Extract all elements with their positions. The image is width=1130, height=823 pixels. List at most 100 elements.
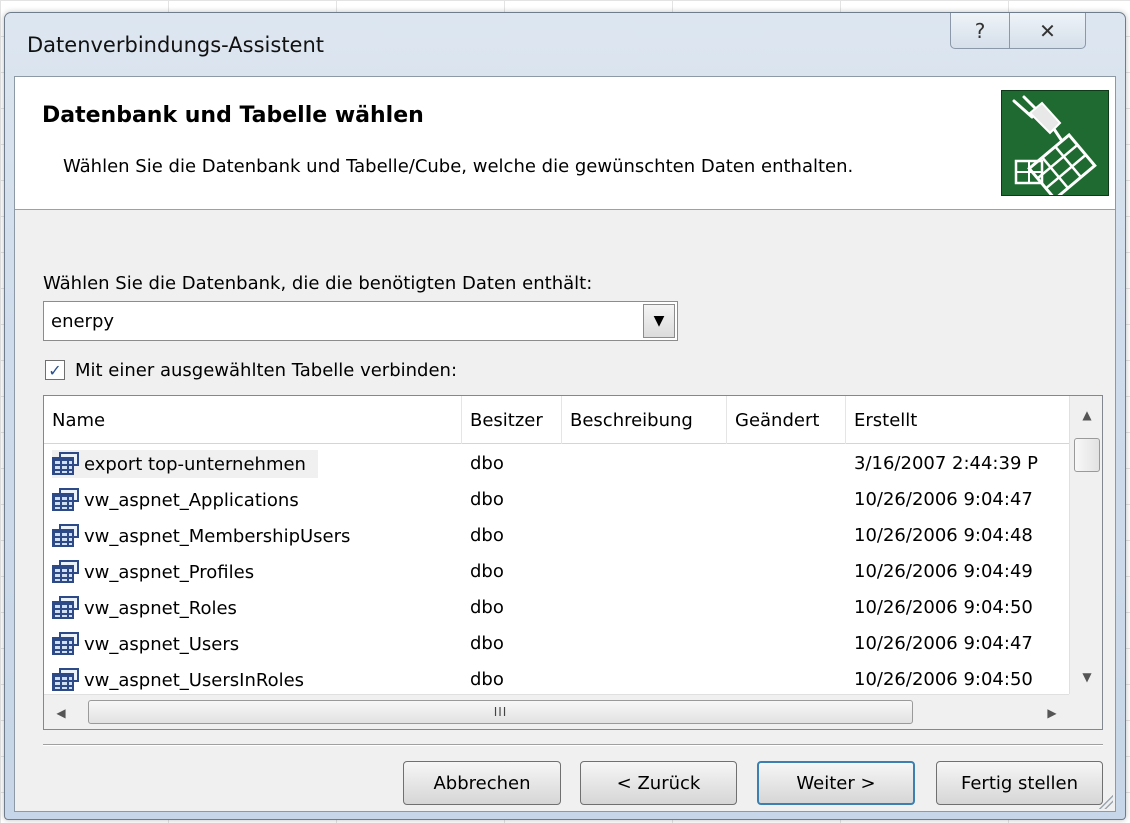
table-owner: dbo bbox=[470, 489, 504, 510]
table-name-cell: vw_aspnet_Applications bbox=[52, 486, 452, 514]
chevron-down-icon: ▼ bbox=[653, 313, 665, 329]
table-name-wrap: vw_aspnet_Applications bbox=[52, 486, 311, 514]
scroll-left-button[interactable]: ◀ bbox=[44, 695, 78, 729]
table-name-cell: vw_aspnet_UsersInRoles bbox=[52, 666, 452, 694]
table-owner: dbo bbox=[470, 669, 504, 690]
next-button-label: Weiter > bbox=[796, 772, 876, 794]
arrow-down-icon: ▼ bbox=[1082, 670, 1092, 684]
window-title: Datenverbindungs-Assistent bbox=[27, 33, 325, 57]
table-name-wrap: vw_aspnet_MembershipUsers bbox=[52, 522, 362, 550]
table-name-cell: vw_aspnet_Profiles bbox=[52, 558, 452, 586]
horizontal-scroll-thumb[interactable]: III bbox=[88, 700, 913, 724]
vertical-scrollbar[interactable]: ▲ ▼ bbox=[1069, 396, 1102, 694]
table-icon bbox=[52, 632, 80, 656]
cancel-button-label: Abbrechen bbox=[433, 772, 531, 794]
table-list[interactable]: Name Besitzer Beschreibung Geändert Erst… bbox=[43, 395, 1103, 730]
table-name-wrap: vw_aspnet_Roles bbox=[52, 594, 249, 622]
dialog-window: Datenverbindungs-Assistent ? ✕ Datenbank… bbox=[4, 12, 1126, 820]
table-name-cell: export top-unternehmen bbox=[52, 450, 452, 478]
table-created: 10/26/2006 9:04:50 bbox=[854, 597, 1033, 618]
scroll-down-button[interactable]: ▼ bbox=[1070, 662, 1102, 692]
table-name-wrap: vw_aspnet_UsersInRoles bbox=[52, 666, 316, 694]
table-owner: dbo bbox=[470, 597, 504, 618]
close-icon: ✕ bbox=[1039, 18, 1056, 43]
column-header-modified[interactable]: Geändert bbox=[727, 396, 846, 444]
step-title: Datenbank und Tabelle wählen bbox=[42, 103, 424, 128]
close-button[interactable]: ✕ bbox=[1010, 13, 1086, 49]
table-name: vw_aspnet_MembershipUsers bbox=[84, 525, 351, 547]
table-name: vw_aspnet_UsersInRoles bbox=[84, 669, 305, 691]
table-created: 10/26/2006 9:04:49 bbox=[854, 561, 1033, 582]
column-header-owner[interactable]: Besitzer bbox=[462, 396, 562, 444]
table-icon bbox=[52, 488, 80, 512]
arrow-up-icon: ▲ bbox=[1082, 408, 1092, 422]
table-icon bbox=[52, 668, 80, 692]
table-created: 10/26/2006 9:04:50 bbox=[854, 669, 1033, 690]
table-name: vw_aspnet_Profiles bbox=[84, 561, 255, 583]
table-row[interactable]: vw_aspnet_Applications dbo 10/26/2006 9:… bbox=[44, 482, 1069, 518]
table-row[interactable]: vw_aspnet_Profiles dbo 10/26/2006 9:04:4… bbox=[44, 554, 1069, 590]
table-icon bbox=[52, 524, 80, 548]
connect-table-checkbox[interactable]: ✓ bbox=[45, 360, 65, 380]
finish-button-label: Fertig stellen bbox=[960, 772, 1079, 794]
vertical-scroll-thumb[interactable] bbox=[1074, 438, 1100, 472]
cancel-button[interactable]: Abbrechen bbox=[403, 761, 561, 805]
table-icon bbox=[52, 560, 80, 584]
help-button[interactable]: ? bbox=[950, 13, 1010, 49]
scrollbar-corner bbox=[1069, 694, 1102, 729]
help-icon: ? bbox=[974, 18, 986, 43]
wizard-header: Datenbank und Tabelle wählen Wählen Sie … bbox=[15, 77, 1115, 210]
table-name-wrap: vw_aspnet_Users bbox=[52, 630, 251, 658]
arrow-left-icon: ◀ bbox=[56, 705, 66, 720]
column-header-name[interactable]: Name bbox=[44, 396, 462, 444]
step-description: Wählen Sie die Datenbank und Tabelle/Cub… bbox=[63, 156, 854, 177]
button-separator bbox=[43, 744, 1103, 746]
database-dropdown-button[interactable]: ▼ bbox=[643, 304, 675, 338]
table-created: 3/16/2007 2:44:39 P bbox=[854, 453, 1038, 474]
scroll-right-button[interactable]: ▶ bbox=[1035, 695, 1069, 729]
table-row[interactable]: export top-unternehmen dbo 3/16/2007 2:4… bbox=[44, 446, 1069, 482]
data-connection-icon bbox=[1001, 90, 1109, 202]
table-name: vw_aspnet_Users bbox=[84, 633, 240, 655]
table-icon bbox=[52, 452, 80, 476]
table-name-cell: vw_aspnet_MembershipUsers bbox=[52, 522, 452, 550]
column-header-created[interactable]: Erstellt bbox=[846, 396, 1069, 444]
resize-grip[interactable] bbox=[1097, 793, 1113, 809]
scroll-up-button[interactable]: ▲ bbox=[1070, 400, 1102, 430]
back-button-label: < Zurück bbox=[616, 772, 701, 794]
selected-name-highlight: export top-unternehmen bbox=[52, 450, 318, 478]
table-created: 10/26/2006 9:04:47 bbox=[854, 489, 1033, 510]
table-row[interactable]: vw_aspnet_Users dbo 10/26/2006 9:04:47 bbox=[44, 626, 1069, 662]
scroll-grip-icon: III bbox=[493, 705, 508, 719]
table-name: vw_aspnet_Roles bbox=[84, 597, 237, 619]
table-owner: dbo bbox=[470, 561, 504, 582]
arrow-right-icon: ▶ bbox=[1047, 705, 1057, 720]
connect-table-option[interactable]: ✓ Mit einer ausgewählten Tabelle verbind… bbox=[45, 358, 457, 382]
table-name-wrap: vw_aspnet_Profiles bbox=[52, 558, 266, 586]
dialog-client-area: Datenbank und Tabelle wählen Wählen Sie … bbox=[14, 76, 1116, 812]
column-header-description[interactable]: Beschreibung bbox=[562, 396, 727, 444]
database-select-value: enerpy bbox=[51, 311, 115, 332]
table-owner: dbo bbox=[470, 633, 504, 654]
table-owner: dbo bbox=[470, 525, 504, 546]
table-name: export top-unternehmen bbox=[84, 453, 306, 475]
table-list-header: Name Besitzer Beschreibung Geändert Erst… bbox=[44, 396, 1069, 444]
table-owner: dbo bbox=[470, 453, 504, 474]
table-name-cell: vw_aspnet_Roles bbox=[52, 594, 452, 622]
table-row[interactable]: vw_aspnet_UsersInRoles dbo 10/26/2006 9:… bbox=[44, 662, 1069, 698]
table-created: 10/26/2006 9:04:47 bbox=[854, 633, 1033, 654]
next-button[interactable]: Weiter > bbox=[757, 761, 915, 805]
database-label: Wählen Sie die Datenbank, die die benöti… bbox=[43, 273, 593, 294]
table-name-cell: vw_aspnet_Users bbox=[52, 630, 452, 658]
finish-button[interactable]: Fertig stellen bbox=[936, 761, 1103, 805]
horizontal-scrollbar[interactable]: ◀ III ▶ bbox=[44, 694, 1069, 729]
table-row[interactable]: vw_aspnet_Roles dbo 10/26/2006 9:04:50 bbox=[44, 590, 1069, 626]
table-name: vw_aspnet_Applications bbox=[84, 489, 299, 511]
table-row[interactable]: vw_aspnet_MembershipUsers dbo 10/26/2006… bbox=[44, 518, 1069, 554]
table-created: 10/26/2006 9:04:48 bbox=[854, 525, 1033, 546]
back-button[interactable]: < Zurück bbox=[580, 761, 737, 805]
table-icon bbox=[52, 596, 80, 620]
title-bar[interactable]: Datenverbindungs-Assistent ? ✕ bbox=[5, 13, 1125, 73]
checkmark-icon: ✓ bbox=[48, 360, 62, 380]
database-select[interactable]: enerpy ▼ bbox=[43, 301, 678, 341]
